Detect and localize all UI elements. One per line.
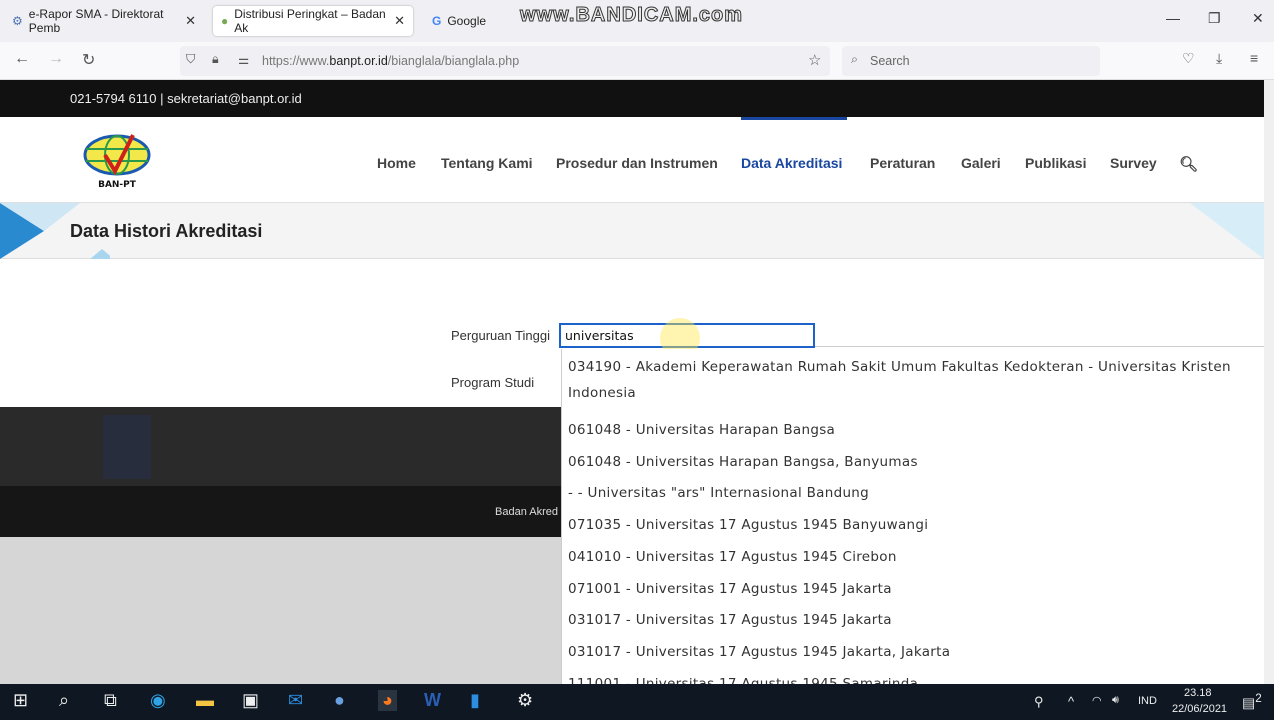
menu-data-akreditasi[interactable]: Data Akreditasi xyxy=(741,155,842,171)
autocomplete-option[interactable]: 111001 - Universitas 17 Agustus 1945 Sam… xyxy=(562,669,1264,684)
bookmark-star-icon[interactable]: ☆ xyxy=(808,51,821,69)
page-title: Data Histori Akreditasi xyxy=(70,221,263,241)
app-icon[interactable]: ● xyxy=(334,690,345,711)
site-icon: ⚙ xyxy=(12,14,23,28)
close-window-icon[interactable]: ✕ xyxy=(1252,10,1264,27)
store-icon[interactable]: ▣ xyxy=(242,690,259,711)
search-icon[interactable]: ⌕ xyxy=(59,690,69,711)
footer-image xyxy=(103,415,151,479)
close-tab-icon[interactable]: ✕ xyxy=(394,13,405,29)
site-icon: ● xyxy=(221,14,229,28)
search-input[interactable]: ⌕ Search xyxy=(842,46,1100,76)
close-tab-icon[interactable]: ✕ xyxy=(185,13,196,29)
menu-tentang-kami[interactable]: Tentang Kami xyxy=(441,155,533,171)
firefox-icon[interactable]: ◕ xyxy=(378,690,397,711)
autocomplete-option[interactable]: 061048 - Universitas Harapan Bangsa, Ban… xyxy=(562,447,1264,479)
edge-icon[interactable]: ◉ xyxy=(150,690,166,711)
decor-triangles xyxy=(1190,203,1264,259)
menu-galeri[interactable]: Galeri xyxy=(961,155,1001,171)
ban-pt-logo[interactable]: BAN-PT xyxy=(83,133,151,190)
settings-icon[interactable]: ⚙ xyxy=(517,690,533,711)
clock-time[interactable]: 23.18 xyxy=(1184,687,1212,699)
autocomplete-option[interactable]: 031017 - Universitas 17 Agustus 1945 Jak… xyxy=(562,605,1264,637)
photos-icon[interactable]: ▮ xyxy=(470,690,480,711)
site-header: BAN-PT Home Tentang Kami Prosedur dan In… xyxy=(0,117,1264,203)
program-studi-label: Program Studi xyxy=(451,375,535,390)
perguruan-tinggi-label: Perguruan Tinggi xyxy=(451,328,551,343)
autocomplete-option[interactable]: - - Universitas "ars" Internasional Band… xyxy=(562,478,1264,510)
autocomplete-option[interactable]: 034190 - Akademi Keperawatan Rumah Sakit… xyxy=(562,349,1264,415)
permissions-icon: ⚌ xyxy=(238,53,250,67)
autocomplete-option[interactable]: 071001 - Universitas 17 Agustus 1945 Jak… xyxy=(562,574,1264,606)
reload-icon[interactable]: ↻ xyxy=(82,50,95,70)
clock-date[interactable]: 22/06/2021 xyxy=(1172,703,1227,715)
minimize-icon[interactable]: — xyxy=(1166,10,1180,26)
menu-home[interactable]: Home xyxy=(377,155,416,171)
volume-icon[interactable]: 🔊︎ xyxy=(1112,694,1119,707)
page-title-band: Data Histori Akreditasi xyxy=(0,203,1264,259)
search-icon[interactable]: 🔍︎ xyxy=(1179,155,1198,173)
taskbar: ⊞ ⌕ ⧉ ◉ ▬ ▣ ✉ ● ◕ W ▮ ⚙ ⚲ ^ ◠ 🔊︎ IND 23.… xyxy=(0,684,1274,720)
tab-google[interactable]: G Google xyxy=(424,6,524,36)
google-icon: G xyxy=(432,14,442,28)
people-icon[interactable]: ⚲ xyxy=(1034,694,1044,710)
url-bar[interactable]: ⛉ 🔒︎ ⚌ https://www. banpt.or.id/bianglala… xyxy=(180,46,830,76)
shield-icon: ⛉ xyxy=(186,52,196,66)
footer-text: Badan Akred xyxy=(495,506,558,518)
word-icon[interactable]: W xyxy=(424,690,441,711)
language-indicator[interactable]: IND xyxy=(1138,695,1157,707)
menu-survey[interactable]: Survey xyxy=(1110,155,1157,171)
menu-icon[interactable]: ≡ xyxy=(1250,50,1258,66)
page-background xyxy=(0,537,561,684)
tab-erapor[interactable]: ⚙ e-Rapor SMA - Direktorat Pemb ✕ xyxy=(4,6,204,36)
forward-icon[interactable]: → xyxy=(48,50,64,68)
wifi-icon[interactable]: ◠ xyxy=(1092,694,1102,707)
pocket-icon[interactable]: ♡ xyxy=(1182,50,1195,67)
divider xyxy=(815,346,1264,347)
lock-icon: 🔒︎ xyxy=(212,52,219,66)
search-icon: ⌕ xyxy=(851,52,859,66)
menu-prosedur[interactable]: Prosedur dan Instrumen xyxy=(556,155,718,171)
mail-icon[interactable]: ✉ xyxy=(288,690,303,711)
autocomplete-option[interactable]: 071035 - Universitas 17 Agustus 1945 Ban… xyxy=(562,510,1264,542)
nav-bar: ← → ↻ ⛉ 🔒︎ ⚌ https://www. banpt.or.id/bia… xyxy=(0,42,1274,80)
active-menu-indicator xyxy=(741,117,847,120)
autocomplete-option[interactable]: 041010 - Universitas 17 Agustus 1945 Cir… xyxy=(562,542,1264,574)
autocomplete-option[interactable]: 061048 - Universitas Harapan Bangsa xyxy=(562,415,1264,447)
chevron-up-icon[interactable]: ^ xyxy=(1068,694,1074,709)
menu-peraturan[interactable]: Peraturan xyxy=(870,155,935,171)
footer: Badan Akred xyxy=(0,486,561,537)
restore-icon[interactable]: ❐ xyxy=(1208,10,1221,27)
file-explorer-icon[interactable]: ▬ xyxy=(196,690,214,711)
notifications-icon[interactable]: ▤2 xyxy=(1242,692,1262,712)
downloads-icon[interactable]: ⤓ xyxy=(1216,50,1222,67)
autocomplete-option[interactable]: 031017 - Universitas 17 Agustus 1945 Jak… xyxy=(562,637,1264,669)
tab-bar: ⚙ e-Rapor SMA - Direktorat Pemb ✕ ● Distrib… xyxy=(0,0,1274,42)
page-scrollbar[interactable] xyxy=(1264,80,1274,684)
tab-distribusi[interactable]: ● Distribusi Peringkat – Badan Ak ✕ xyxy=(213,6,413,36)
contact-bar: 021-5794 6110 | sekretariat@banpt.or.id xyxy=(0,80,1264,117)
menu-publikasi[interactable]: Publikasi xyxy=(1025,155,1086,171)
windows-start-icon[interactable]: ⊞ xyxy=(13,690,28,711)
watermark: www.BANDICAM.com xyxy=(519,4,744,27)
footer-banner xyxy=(0,407,561,486)
back-icon[interactable]: ← xyxy=(14,50,30,68)
autocomplete-dropdown: 034190 - Akademi Keperawatan Rumah Sakit… xyxy=(561,349,1264,684)
svg-text:BAN-PT: BAN-PT xyxy=(98,180,137,189)
task-view-icon[interactable]: ⧉ xyxy=(104,690,117,711)
